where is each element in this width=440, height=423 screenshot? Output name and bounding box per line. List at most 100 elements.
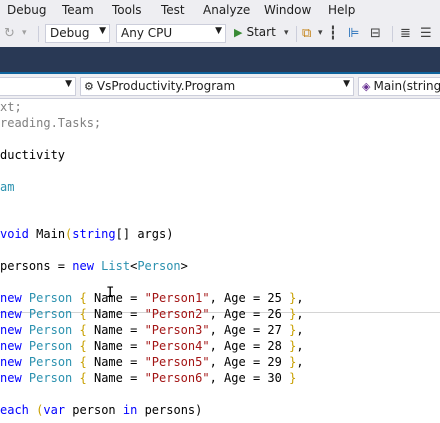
code-variable: person	[72, 403, 116, 417]
start-label: Start	[246, 25, 276, 39]
code-line-using-tasks: reading.Tasks;	[0, 116, 102, 130]
code-line-using-context: xt;	[0, 100, 22, 114]
code-field: Name =	[93, 291, 145, 305]
chevron-down-icon: ▼	[99, 26, 106, 36]
indent-icon[interactable]: ≣	[400, 26, 411, 41]
code-punct: ,	[296, 355, 304, 369]
code-keyword: in	[122, 403, 138, 417]
code-line-main: void Main(string[] args)	[0, 227, 174, 241]
code-field: , Age = 25	[209, 291, 282, 305]
code-field: , Age = 27	[209, 323, 282, 337]
code-line-person-init: new Person { Name = "Person5", Age = 29 …	[0, 355, 304, 369]
code-keyword: new	[72, 259, 94, 273]
code-type: Person	[28, 355, 73, 369]
menu-window[interactable]: Window	[264, 3, 311, 17]
code-line-person-init: new Person { Name = "Person3", Age = 27 …	[0, 323, 304, 337]
code-keyword: new	[0, 323, 22, 337]
code-line-person-init: new Person { Name = "Person1", Age = 25 …	[0, 291, 304, 305]
play-icon: ▶	[234, 26, 243, 39]
code-string: "Person1"	[144, 291, 210, 305]
code-field: Name =	[93, 355, 145, 369]
platform-dropdown[interactable]: Any CPU ▼	[116, 24, 226, 43]
code-string: "Person2"	[144, 307, 210, 321]
member-selector-dropdown[interactable]: ◈ Main(string	[358, 77, 440, 96]
code-field: , Age = 26	[209, 307, 282, 321]
chevron-down-icon: ▼	[343, 79, 350, 89]
step-icon[interactable]: ┇	[329, 26, 337, 41]
code-params: [] args)	[115, 227, 174, 241]
menu-test[interactable]: Test	[161, 3, 185, 17]
chevron-down-icon: ▼	[65, 79, 72, 89]
toolbar-separator	[296, 26, 297, 42]
code-line-class: am	[0, 180, 15, 194]
code-keyword: new	[0, 339, 22, 353]
code-field: Name =	[93, 339, 145, 353]
code-keyword: new	[0, 307, 22, 321]
start-dropdown-icon[interactable]: ▾	[284, 26, 289, 41]
code-field: Name =	[93, 371, 145, 385]
platform-value: Any CPU	[121, 26, 173, 40]
menu-analyze[interactable]: Analyze	[203, 3, 250, 17]
code-keyword: new	[0, 355, 22, 369]
code-line-foreach: each (var person in persons)	[0, 403, 203, 417]
code-keyword: new	[0, 291, 22, 305]
code-line-person-init: new Person { Name = "Person4", Age = 28 …	[0, 339, 304, 353]
menu-debug[interactable]: Debug	[7, 3, 46, 17]
code-field: Name =	[93, 323, 145, 337]
solution-config-value: Debug	[50, 26, 90, 40]
redo-dropdown-icon[interactable]: ▾	[22, 26, 27, 41]
code-line-person-init: new Person { Name = "Person2", Age = 26 …	[0, 307, 304, 321]
code-keyword: void	[0, 227, 29, 241]
toolbar-separator	[392, 26, 393, 42]
code-field: , Age = 28	[209, 339, 282, 353]
class-selector-dropdown[interactable]: ⚙ VsProductivity.Program ▼	[80, 77, 354, 96]
toolbar: ↻ ▾ Debug ▼ Any CPU ▼ ▶ Start ▾ ⧉ ▾ ┇ ⊫ ⊟…	[0, 22, 440, 47]
code-variable: persons =	[0, 259, 73, 273]
class-icon: ⚙	[84, 80, 94, 93]
project-selector-dropdown[interactable]: ▼	[0, 77, 76, 96]
code-keyword: new	[0, 371, 22, 385]
code-type: Person	[28, 371, 73, 385]
toolbar-separator	[38, 26, 39, 42]
code-punct: ,	[296, 323, 304, 337]
code-keyword: string	[72, 227, 116, 241]
method-icon: ◈	[362, 80, 371, 93]
menu-help[interactable]: Help	[328, 3, 355, 17]
class-selector-value: VsProductivity.Program	[96, 79, 236, 93]
code-type: Person	[137, 259, 181, 273]
code-type: Person	[28, 291, 73, 305]
code-punct: ,	[296, 291, 304, 305]
menu-tools[interactable]: Tools	[112, 3, 142, 17]
code-string: "Person6"	[144, 371, 210, 385]
menu-team[interactable]: Team	[62, 3, 94, 17]
browser-link-icon[interactable]: ⧉	[302, 26, 311, 41]
code-keyword: var	[43, 403, 66, 417]
solution-config-dropdown[interactable]: Debug ▼	[45, 24, 110, 43]
member-selector-value: Main(string	[373, 79, 440, 93]
code-type: List	[101, 259, 131, 273]
outdent-icon[interactable]: ☰	[420, 26, 432, 41]
chevron-down-icon: ▼	[215, 26, 222, 36]
document-tab-strip	[0, 47, 440, 74]
code-line-namespace: ductivity	[0, 148, 66, 162]
start-button[interactable]: ▶ Start	[234, 25, 276, 39]
panels-icon[interactable]: ⊟	[370, 26, 381, 41]
code-line-person-init: new Person { Name = "Person6", Age = 30 …	[0, 371, 297, 385]
redo-icon[interactable]: ↻	[4, 26, 15, 41]
code-field: , Age = 29	[209, 355, 282, 369]
code-string: "Person5"	[144, 355, 210, 369]
layout-icon[interactable]: ⊫	[348, 26, 359, 41]
code-field: Name =	[93, 307, 145, 321]
code-editor[interactable]: xt; reading.Tasks; ductivity am I void M…	[0, 99, 440, 423]
code-punct: ,	[296, 307, 304, 321]
code-type: Person	[28, 323, 73, 337]
code-line-persons: persons = new List<Person>	[0, 259, 188, 273]
code-string: "Person4"	[144, 339, 210, 353]
browser-link-dropdown-icon[interactable]: ▾	[318, 26, 323, 41]
menu-bar: Debug Team Tools Test Analyze Window Hel…	[0, 0, 440, 22]
code-type: Person	[28, 339, 73, 353]
code-punct: ,	[296, 339, 304, 353]
code-string: "Person3"	[144, 323, 210, 337]
code-type: Person	[28, 307, 73, 321]
code-keyword: each	[0, 403, 29, 417]
